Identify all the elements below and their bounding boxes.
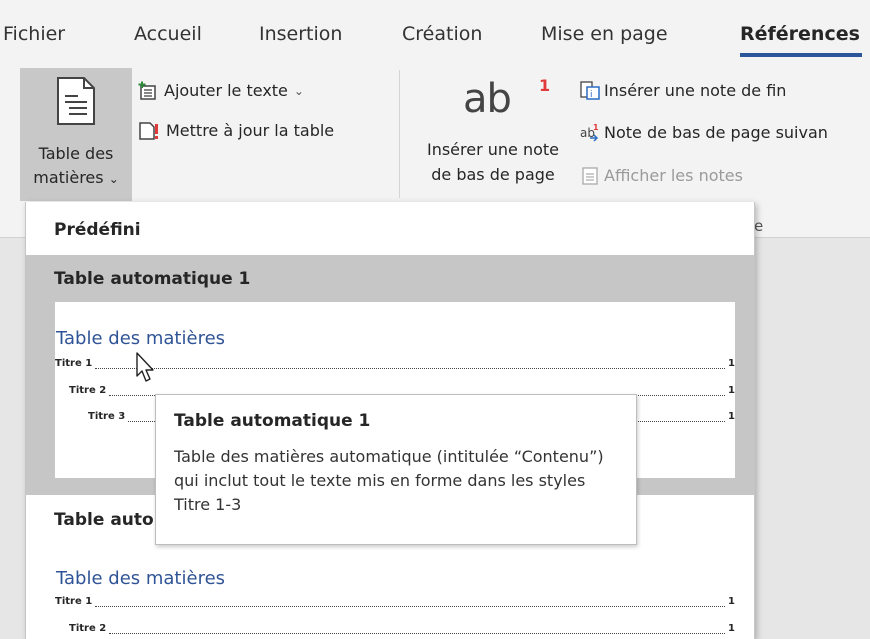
toc-preview-line: Titre 2 1 [69, 623, 735, 634]
add-text-icon [138, 81, 156, 100]
toc-preview: Table des matières Titre 1 1 Titre 2 1 [55, 542, 735, 639]
update-table-button[interactable]: Mettre à jour la table [138, 120, 334, 142]
tab-references[interactable]: Références [740, 22, 860, 46]
show-notes-icon [582, 167, 598, 185]
add-text-label: Ajouter le texte [164, 81, 288, 100]
next-footnote-button[interactable]: ab 1 Note de bas de page suivan [580, 122, 828, 144]
insert-endnote-button[interactable]: i Insérer une note de fin [580, 80, 786, 102]
tab-accueil[interactable]: Accueil [134, 22, 202, 46]
svg-text:i: i [590, 90, 593, 100]
show-notes-label: Afficher les notes [604, 166, 743, 185]
insert-footnote-label-line1: Insérer une note [426, 140, 560, 159]
footnote-superscript: 1 [539, 76, 551, 95]
next-footnote-icon: ab 1 [580, 123, 599, 142]
table-of-contents-icon [57, 77, 95, 125]
gallery-section-header: Prédéfini [54, 220, 141, 240]
mouse-pointer-icon [136, 352, 154, 382]
show-notes-button[interactable]: Afficher les notes [580, 165, 743, 187]
insert-endnote-icon: i [580, 81, 600, 100]
gallery-item-tooltip: Table automatique 1 Table des matières a… [155, 394, 637, 545]
chevron-down-icon: ⌄ [108, 172, 119, 186]
svg-text:1: 1 [593, 123, 599, 132]
update-table-icon [139, 122, 158, 140]
insert-footnote-label-line2: de bas de page [431, 165, 555, 184]
table-of-contents-button[interactable]: Table des matières ⌄ [20, 68, 132, 201]
update-table-label: Mettre à jour la table [166, 121, 335, 140]
tab-fichier[interactable]: Fichier [3, 22, 65, 46]
active-tab-indicator [740, 53, 862, 57]
add-text-button[interactable]: Ajouter le texte ⌄ [138, 80, 304, 102]
insert-footnote-icon: ab [463, 76, 512, 122]
toc-preview-heading: Table des matières [56, 568, 226, 589]
insert-endnote-label: Insérer une note de fin [604, 81, 787, 100]
toc-preview-heading: Table des matières [56, 328, 226, 349]
next-footnote-label: Note de bas de page suivan [604, 123, 828, 142]
chevron-down-icon: ⌄ [293, 84, 304, 98]
tab-mise-en-page[interactable]: Mise en page [541, 22, 668, 46]
tab-insertion[interactable]: Insertion [259, 22, 342, 46]
tooltip-title: Table automatique 1 [174, 411, 371, 431]
tab-creation[interactable]: Création [402, 22, 482, 46]
ribbon-tab-bar: Fichier Accueil Insertion Création Mise … [0, 0, 870, 58]
ribbon-group-separator [399, 70, 400, 198]
toc-preview-line: Titre 1 1 [55, 596, 735, 607]
ribbon-group-label-fragment: e [754, 217, 764, 235]
tooltip-description: Table des matières automatique (intitulé… [174, 447, 604, 514]
toc-button-label-line2: matières ⌄ [33, 168, 119, 187]
gallery-item-title: Table automatique 1 [54, 269, 251, 289]
toc-button-label-line1: Table des [38, 144, 114, 163]
